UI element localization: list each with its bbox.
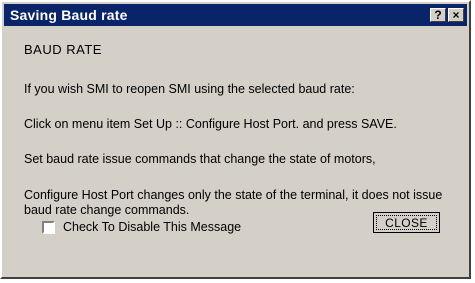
close-button[interactable]: CLOSE	[373, 212, 440, 233]
close-button-label: CLOSE	[376, 215, 437, 230]
dialog-window: Saving Baud rate ? × BAUD RATE If you wi…	[0, 0, 471, 279]
message-line: If you wish SMI to reopen SMI using the …	[24, 82, 355, 96]
checkbox-label[interactable]: Check To Disable This Message	[63, 220, 241, 234]
window-title: Saving Baud rate	[10, 7, 128, 23]
close-icon[interactable]: ×	[448, 8, 464, 22]
disable-message-checkbox-row[interactable]: Check To Disable This Message	[42, 220, 241, 234]
help-icon[interactable]: ?	[430, 8, 446, 22]
message-line: Set baud rate issue commands that change…	[24, 152, 376, 166]
title-bar[interactable]: Saving Baud rate ? ×	[4, 4, 467, 26]
message-line: Click on menu item Set Up :: Configure H…	[24, 117, 397, 131]
disable-message-checkbox[interactable]	[42, 220, 55, 234]
message-heading: BAUD RATE	[24, 42, 102, 57]
